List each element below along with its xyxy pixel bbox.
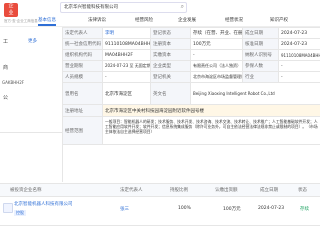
tab-risk[interactable]: 经营风险	[135, 17, 153, 23]
label-insured: 参保人数	[243, 61, 279, 72]
value-legal-rep[interactable]: 李明	[103, 28, 151, 39]
logo-char-2: 业	[8, 10, 14, 16]
company-logo	[3, 203, 13, 213]
label-credit-code: 统一社会信用代码	[63, 39, 103, 50]
sidebar-item-3[interactable]: 公	[3, 94, 8, 101]
label-reg-authority: 登记机关	[151, 72, 191, 83]
logo-char-1: 企	[8, 3, 14, 9]
value-insured: -	[279, 61, 320, 72]
label-staff-size: 人员规模	[63, 72, 103, 83]
date-value: 2024-07-23	[258, 206, 285, 211]
label-status: 登记状态	[151, 28, 191, 39]
search-icon[interactable]: ⌕	[181, 3, 184, 11]
status-value: 存续	[300, 207, 309, 212]
label-reg-capital: 注册资本	[151, 39, 191, 50]
tab-ip[interactable]: 知识产权	[270, 17, 288, 23]
label-address: 注册地址	[63, 105, 103, 117]
label-term: 营业期限	[63, 61, 103, 72]
value-credit-code: 91110108MA04BHH2F	[103, 39, 151, 50]
person-link[interactable]: 张三	[120, 206, 129, 212]
label-scope: 经营范围	[63, 117, 103, 145]
value-reg-capital: 100万元	[191, 39, 243, 50]
col-header-status: 状态	[298, 188, 307, 193]
label-english-name: 英文名	[151, 83, 191, 105]
company-name-link[interactable]: 北京智能机器人科技有限公司	[14, 201, 73, 207]
search-input[interactable]: 北京华兴智能科技有限公司	[64, 4, 118, 10]
value-address: 北京市海淀区中关村科技园海淀园附近软件园号楼	[103, 105, 320, 117]
amount-value: 100万元	[223, 207, 241, 212]
sidebar-rule	[0, 132, 62, 133]
tab-basic-info[interactable]: 基本信息	[38, 17, 56, 23]
label-legal-rep: 法定代表人	[63, 28, 103, 39]
tab-legal[interactable]: 法律诉讼	[88, 17, 106, 23]
search-bar[interactable]: 北京华兴智能科技有限公司 ⌕	[60, 2, 187, 13]
col-header-ratio: 持股比例	[170, 188, 188, 193]
tab-operation[interactable]: 经营状况	[225, 17, 243, 23]
investment-table: 被投资企业名称 法定代表人 持股比例 认缴出资额 成立日期 状态 北京智能机器人…	[0, 183, 320, 240]
label-paid-capital: 实缴资本	[151, 50, 191, 61]
label-tax-id: 纳税人识别号	[243, 50, 279, 61]
label-former-name: 曾用名	[63, 83, 103, 105]
logo[interactable]: 企 业	[4, 3, 18, 17]
header-sub-label: 官方·查·企业工商信息	[4, 19, 38, 23]
info-table: 法定代表人 李明 登记状态 存续（在营、开业、在册） 成立日期 2024-07-…	[62, 27, 320, 182]
value-approval-date: 2024-07-23	[279, 39, 320, 50]
value-scope: 一般项目：智能机器人的研发；技术服务、技术开发、技术咨询、技术交流、技术转让、技…	[103, 117, 320, 145]
header: 企 业 官方·查·企业工商信息 北京华兴智能科技有限公司 ⌕ 基本信息 法律诉讼…	[0, 0, 320, 27]
table-row[interactable]: 北京智能机器人科技有限公司 控股 张三 100% 100万元 2024-07-2…	[0, 195, 320, 226]
value-staff-size: -	[103, 72, 151, 83]
sidebar-more-link[interactable]: 更多	[28, 38, 37, 44]
value-founded: 2024-07-23	[279, 28, 320, 39]
value-reg-authority: 北京市海淀区市场监督管理局	[191, 72, 243, 83]
label-approval-date: 核准日期	[243, 39, 279, 50]
label-industry: 行业	[243, 72, 279, 83]
label-founded: 成立日期	[243, 28, 279, 39]
sidebar-code: GAKBHH2F	[2, 80, 25, 85]
value-english-name: Beijing Xiaoxing Intelligent Robot Co.,L…	[191, 83, 320, 105]
value-status: 存续（在营、开业、在册）	[191, 28, 243, 39]
sidebar-item-2[interactable]: 商	[3, 64, 8, 71]
value-paid-capital: -	[191, 50, 243, 61]
legal-rep-link[interactable]: 李明	[105, 30, 114, 36]
label-company-type: 企业类型	[151, 61, 191, 72]
tab-development[interactable]: 企业发展	[178, 17, 196, 23]
label-org-code: 组织机构代码	[63, 50, 103, 61]
company-tag: 控股	[14, 210, 26, 216]
value-tax-id: 91110108MA04BHH2F	[279, 50, 320, 61]
value-former-name: 北京市海淀区	[103, 83, 151, 105]
value-industry: -	[279, 72, 320, 83]
col-header-company: 被投资企业名称	[10, 188, 42, 193]
sidebar-item-1[interactable]: 工	[3, 38, 8, 45]
col-header-amount: 认缴出资额	[215, 188, 238, 193]
value-term: 2024-07-23 至 无固定期限	[103, 61, 151, 72]
value-org-code: MA04BHH2F	[103, 50, 151, 61]
col-header-person: 法定代表人	[120, 188, 143, 193]
ratio-value: 100%	[178, 206, 191, 211]
col-header-date: 成立日期	[260, 188, 278, 193]
value-company-type: 有限责任公司（法人独资）	[191, 61, 243, 72]
